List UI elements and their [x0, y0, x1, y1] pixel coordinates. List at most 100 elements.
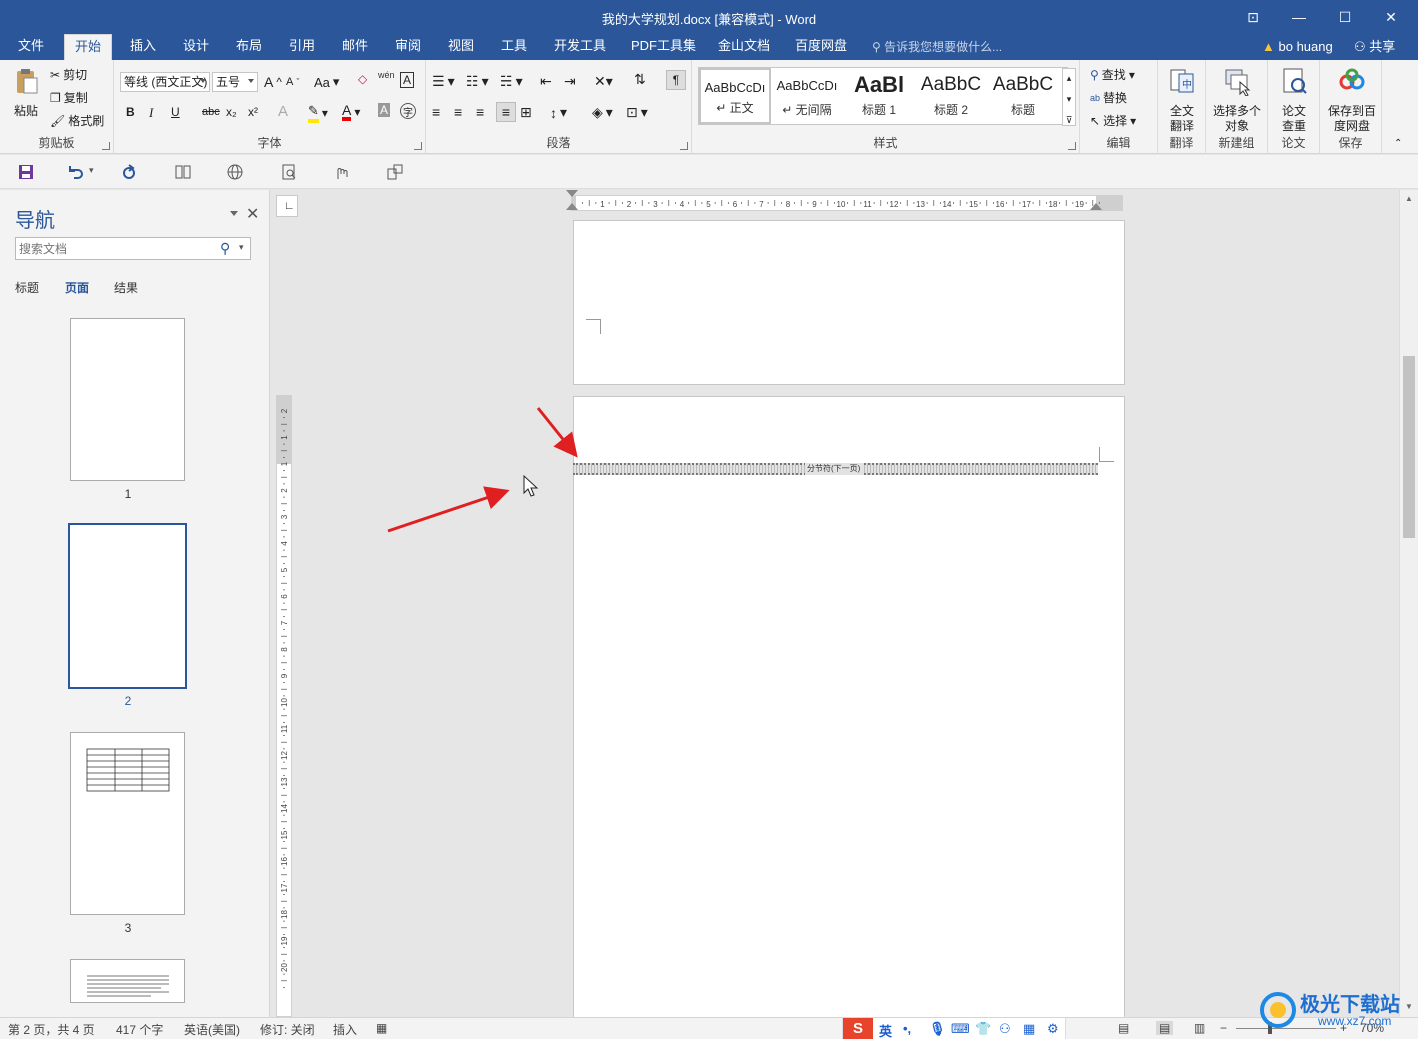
toolbox-icon[interactable]: ▦	[1023, 1021, 1035, 1037]
undo-dropdown-icon[interactable]: ▾	[89, 165, 94, 176]
paragraph-launcher[interactable]	[680, 142, 688, 150]
close-button[interactable]: ✕	[1368, 0, 1414, 34]
macro-record-icon[interactable]: ▦	[376, 1021, 387, 1035]
shrink-font-button[interactable]: Aˇ	[286, 76, 299, 88]
vertical-scrollbar[interactable]: ▲ ▼	[1399, 190, 1418, 1017]
save-baidu-button[interactable]: 保存到百度网盘	[1324, 66, 1380, 134]
gamepad-icon[interactable]: ⚇	[999, 1021, 1011, 1037]
touch-mode-icon[interactable]	[332, 163, 350, 181]
page-2[interactable]	[573, 396, 1125, 1017]
settings-icon[interactable]: ⚙	[1047, 1021, 1059, 1037]
skin-icon[interactable]: 👕	[975, 1021, 991, 1037]
font-launcher[interactable]	[414, 142, 422, 150]
tab-insert[interactable]: 插入	[120, 34, 166, 60]
web-view-icon[interactable]: ▥	[1194, 1021, 1205, 1035]
tab-layout[interactable]: 布局	[226, 34, 272, 60]
tab-view[interactable]: 视图	[438, 34, 484, 60]
scroll-up-icon[interactable]: ▲	[1405, 194, 1413, 203]
nav-tab-pages[interactable]: 页面	[65, 279, 89, 296]
print-preview-icon[interactable]	[280, 163, 298, 181]
style-heading-1[interactable]: AaBl 标题 1	[843, 68, 915, 124]
subscript-button[interactable]: x₂	[226, 105, 237, 119]
align-left-icon[interactable]: ≡	[432, 104, 440, 120]
first-line-indent-icon[interactable]	[566, 190, 578, 197]
superscript-button[interactable]: x²	[248, 105, 258, 119]
tell-me-box[interactable]: ⚲ 告诉我您想要做什么...	[872, 34, 1002, 60]
select-button[interactable]: ↖ 选择 ▾	[1090, 112, 1136, 129]
tab-pdf-tools[interactable]: PDF工具集	[621, 34, 706, 60]
collapse-ribbon-icon[interactable]: ⌃	[1394, 138, 1402, 149]
save-icon[interactable]	[17, 163, 35, 181]
tab-developer[interactable]: 开发工具	[544, 34, 616, 60]
page-1-bottom[interactable]	[573, 220, 1125, 385]
page-thumbnail-2[interactable]	[68, 523, 187, 689]
web-layout-icon[interactable]	[226, 163, 244, 181]
nav-close-icon[interactable]: ✕	[246, 204, 259, 224]
language-status[interactable]: 英语(美国)	[184, 1021, 240, 1038]
zoom-out-icon[interactable]: −	[1220, 1021, 1227, 1035]
tab-tools[interactable]: 工具	[491, 34, 537, 60]
multilevel-list-button[interactable]: ☵ ▾	[500, 73, 523, 90]
change-case-button[interactable]: Aa ▾	[314, 74, 339, 90]
page-thumbnail-3[interactable]	[70, 732, 185, 915]
font-color-button[interactable]: A ▾	[342, 103, 360, 121]
horizontal-ruler[interactable]: 1 2 3 4 5 6 7 8 9 10 11 12 13 14 15 16 17 18 19	[566, 190, 1123, 211]
tab-home[interactable]: 开始	[64, 34, 113, 60]
share-button[interactable]: ⚇ 共享	[1348, 36, 1401, 58]
microphone-icon[interactable]: 🎙	[929, 1021, 946, 1037]
read-view-icon[interactable]: ▤	[1118, 1021, 1129, 1035]
decrease-indent-icon[interactable]: ⇤	[540, 73, 552, 90]
clear-format-icon[interactable]: ◇	[358, 72, 367, 86]
italic-button[interactable]: I	[149, 105, 153, 121]
text-effects-icon[interactable]: A	[278, 103, 288, 120]
search-dropdown-icon[interactable]: ▾	[239, 242, 244, 253]
keyboard-icon[interactable]: ⌨	[951, 1021, 970, 1037]
tab-mailings[interactable]: 邮件	[332, 34, 378, 60]
word-count[interactable]: 417 个字	[116, 1021, 163, 1038]
cut-button[interactable]: ✂ 剪切	[50, 66, 87, 83]
char-shading-icon[interactable]: A	[378, 103, 391, 117]
increase-indent-icon[interactable]: ⇥	[564, 73, 576, 90]
font-size-combo[interactable]: 五号	[212, 72, 258, 92]
maximize-button[interactable]: ☐	[1322, 0, 1368, 34]
grow-font-button[interactable]: A ^	[264, 74, 282, 90]
select-objects-button[interactable]: 选择多个对象	[1210, 66, 1264, 134]
tab-selector[interactable]: ∟	[276, 195, 298, 217]
print-layout-icon[interactable]: ▤	[1156, 1021, 1174, 1035]
style-no-spacing[interactable]: AaBbCcDı ↵ 无间隔	[771, 68, 843, 124]
justify-icon[interactable]: ≡	[496, 102, 516, 122]
page-thumbnail-4[interactable]	[70, 959, 185, 1003]
full-translate-button[interactable]: 中 全文翻译	[1164, 66, 1200, 134]
shading-button[interactable]: ◈ ▾	[592, 104, 613, 121]
styles-launcher[interactable]	[1068, 142, 1076, 150]
bold-button[interactable]: B	[126, 105, 135, 119]
scrollbar-thumb[interactable]	[1403, 356, 1415, 538]
minimize-button[interactable]: —	[1276, 0, 1322, 34]
borders-button[interactable]: ⊡ ▾	[626, 104, 648, 121]
search-icon[interactable]: ⚲	[220, 240, 230, 257]
chinese-layout-icon[interactable]: ✕▾	[594, 73, 613, 90]
tab-file[interactable]: 文件	[8, 34, 54, 60]
line-spacing-button[interactable]: ↕ ▾	[550, 104, 567, 121]
show-marks-icon[interactable]: ¶	[666, 70, 686, 90]
undo-icon[interactable]	[66, 163, 84, 181]
align-right-icon[interactable]: ≡	[476, 104, 484, 120]
tab-review[interactable]: 审阅	[385, 34, 431, 60]
find-button[interactable]: ⚲ 查找 ▾	[1090, 66, 1135, 83]
clipboard-launcher[interactable]	[102, 142, 110, 150]
right-indent-icon[interactable]	[1090, 203, 1102, 210]
nav-search-input[interactable]	[16, 238, 206, 259]
align-center-icon[interactable]: ≡	[454, 104, 462, 120]
font-name-combo[interactable]: 等线 (西文正文)	[120, 72, 210, 92]
tab-baidu-netdisk[interactable]: 百度网盘	[785, 34, 857, 60]
highlight-button[interactable]: ✎ ▾	[308, 103, 328, 123]
strikethrough-button[interactable]: abc	[202, 106, 220, 118]
phonetic-button[interactable]: wén	[378, 70, 395, 80]
sort-icon[interactable]: ⇅	[634, 71, 646, 88]
tab-design[interactable]: 设计	[173, 34, 219, 60]
vertical-ruler[interactable]: 2 1 1 2 3 4 5 6 7 8 9 10 11 12 13 14 15 16 17 18 19 20	[276, 395, 292, 1017]
user-account[interactable]: ▲ bo huang	[1262, 34, 1333, 60]
style-heading-2[interactable]: AaBbC 标题 2	[915, 68, 987, 124]
sogou-logo-icon[interactable]: S	[843, 1018, 873, 1039]
underline-button[interactable]: U	[171, 105, 180, 119]
